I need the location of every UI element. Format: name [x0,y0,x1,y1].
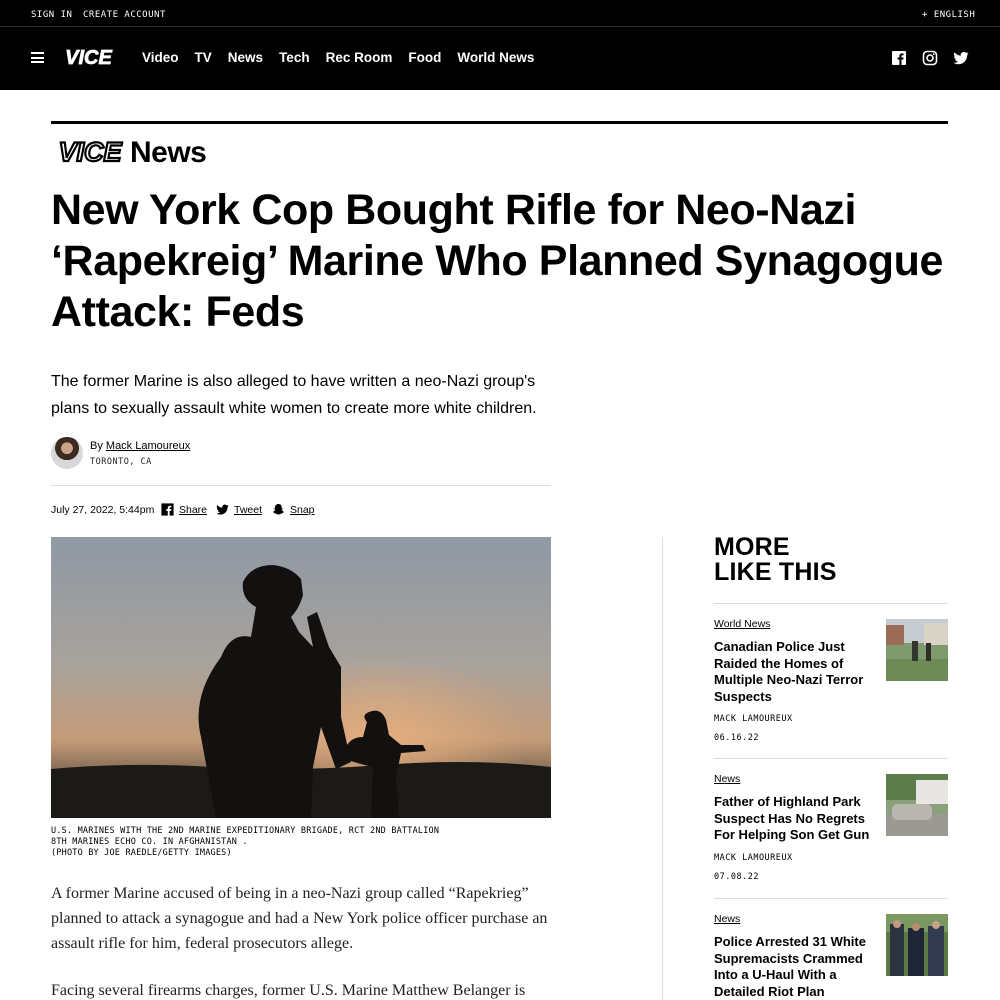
create-account-link[interactable]: CREATE ACCOUNT [83,10,166,20]
related-category-link[interactable]: World News [714,618,770,630]
top-rule [51,121,948,124]
nav-links: Video TV News Tech Rec Room Food World N… [142,50,534,65]
card-divider [714,603,948,604]
byline: By Mack Lamoureux [90,440,190,452]
hero-image [51,537,551,818]
share-snapchat-label: Snap [290,503,315,516]
share-twitter-label: Tweet [234,503,263,516]
related-article-date: 07.08.22 [714,872,759,882]
article-paragraph: Facing several firearms charges, former … [51,982,526,999]
section-brand-word: News [130,136,207,169]
facebook-icon [161,503,174,516]
instagram-icon[interactable] [922,50,938,66]
related-article-thumbnail[interactable] [886,619,948,681]
more-like-this-line1: MORE [714,533,790,561]
snapchat-icon [272,503,285,515]
card-divider [714,898,948,899]
nav-link-news[interactable]: News [228,50,263,65]
related-article-author: MACK LAMOUREUX [714,853,793,863]
nav-link-tv[interactable]: TV [195,50,212,65]
byline-prefix: By [90,440,103,452]
related-article-author: MACK LAMOUREUX [714,714,793,724]
share-facebook-button[interactable]: Share [161,503,207,516]
hamburger-menu-icon[interactable] [31,52,44,63]
nav-link-rec-room[interactable]: Rec Room [326,50,393,65]
vice-logo-text: VICE [65,47,112,68]
share-snapchat-button[interactable]: Snap [272,503,315,516]
vice-logo[interactable]: VICE [58,47,119,68]
hero-caption: U.S. MARINES WITH THE 2ND MARINE EXPEDIT… [51,826,440,858]
more-like-this-line2: LIKE THIS [714,558,837,586]
related-category-link[interactable]: News [714,913,740,925]
utility-bar: SIGN IN CREATE ACCOUNT + ENGLISH [0,0,1000,27]
author-location: TORONTO, CA [90,457,152,467]
nav-link-food[interactable]: Food [408,50,441,65]
related-article-title[interactable]: Police Arrested 31 White Supremacists Cr… [714,934,872,1000]
card-divider [714,758,948,759]
vice-news-logo-text: VICE [58,138,122,167]
article-dek: The former Marine is also alleged to hav… [51,373,537,417]
twitter-icon[interactable] [953,50,969,66]
main-nav: VICE Video TV News Tech Rec Room Food Wo… [0,27,1000,90]
facebook-icon[interactable] [891,50,907,66]
article-body: A former Marine accused of being in a ne… [51,881,551,1000]
twitter-icon [216,504,229,515]
related-article-date: 06.16.22 [714,733,759,743]
share-facebook-label: Share [179,503,208,516]
related-article-title[interactable]: Canadian Police Just Raided the Homes of… [714,639,872,705]
share-twitter-button[interactable]: Tweet [216,503,262,516]
related-category-link[interactable]: News [714,773,740,785]
sign-in-link[interactable]: SIGN IN [31,10,72,20]
publish-date: July 27, 2022, 5:44pm [51,504,155,516]
nav-link-tech[interactable]: Tech [279,50,310,65]
author-link[interactable]: Mack Lamoureux [106,440,190,452]
related-article-thumbnail[interactable] [886,914,948,976]
sidebar-divider [662,537,663,1000]
article-paragraph: A former Marine accused of being in a ne… [51,885,548,952]
meta-divider [51,485,551,486]
author-avatar[interactable] [51,437,83,469]
article-headline: New York Cop Bought Rifle for Neo-Nazi ‘… [51,186,943,336]
related-article-thumbnail[interactable] [886,774,948,836]
related-article-title[interactable]: Father of Highland Park Suspect Has No R… [714,794,872,844]
nav-link-world-news[interactable]: World News [457,50,534,65]
vice-news-logo[interactable]: VICE [54,138,126,167]
language-selector[interactable]: + ENGLISH [922,10,975,20]
nav-link-video[interactable]: Video [142,50,179,65]
more-like-this-title: MORE LIKE THIS [714,535,837,585]
